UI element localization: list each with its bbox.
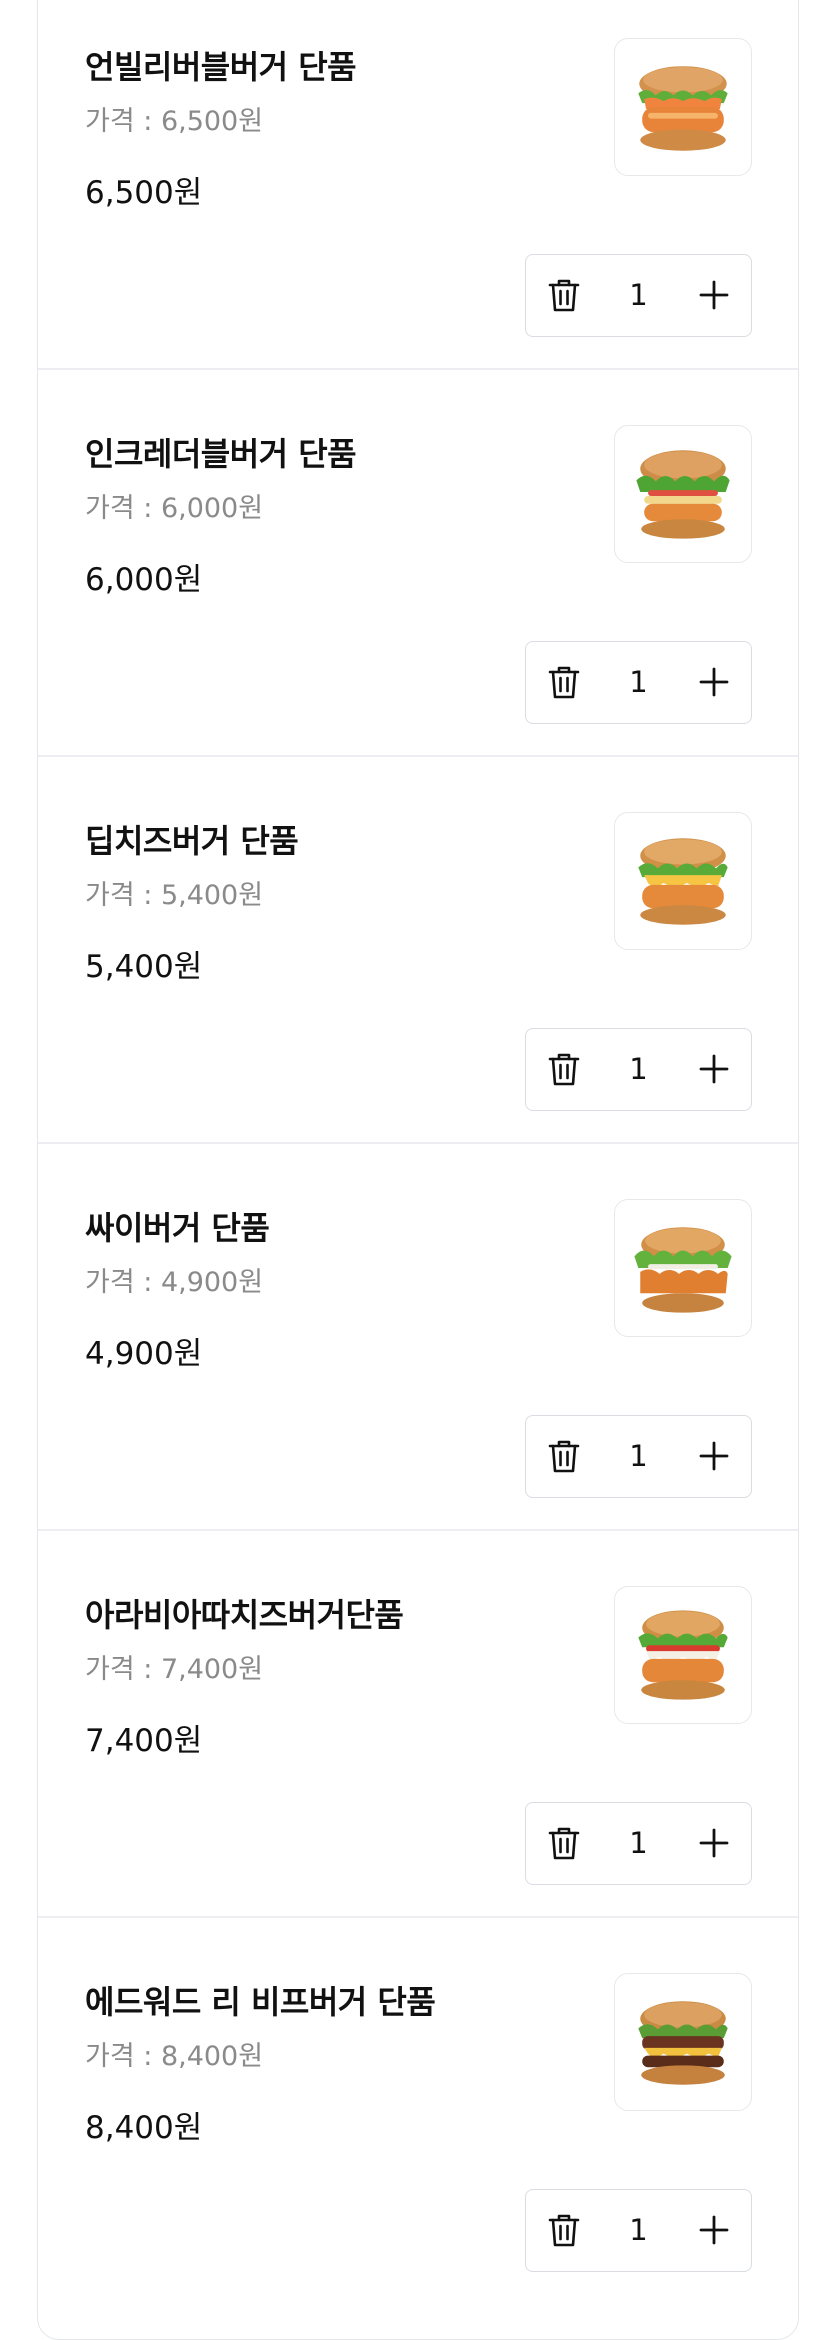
plus-icon bbox=[699, 1441, 728, 1471]
item-name: 아라비아따치즈버거단품 bbox=[85, 1596, 404, 1634]
burger-image[interactable] bbox=[614, 38, 752, 176]
increase-button[interactable] bbox=[676, 1029, 751, 1109]
delete-button[interactable] bbox=[526, 1416, 601, 1496]
item-name: 딥치즈버거 단품 bbox=[85, 822, 299, 860]
quantity-stepper[interactable]: 1 bbox=[525, 641, 752, 724]
item-unit-price: 가격 : 6,000원 bbox=[85, 493, 264, 524]
item-unit-price: 가격 : 6,500원 bbox=[85, 106, 264, 137]
burger-image[interactable] bbox=[614, 1586, 752, 1724]
item-unit-price: 가격 : 5,400원 bbox=[85, 880, 264, 911]
quantity-value: 1 bbox=[629, 665, 648, 699]
cart-item: 싸이버거 단품 가격 : 4,900원 4,900원 1 bbox=[38, 1142, 798, 1529]
item-total-price: 5,400원 bbox=[85, 949, 203, 985]
burger-image[interactable] bbox=[614, 1199, 752, 1337]
cart-list: 언빌리버블버거 단품 가격 : 6,500원 6,500원 1 인크레더블버거 … bbox=[37, 0, 799, 2340]
quantity-value: 1 bbox=[629, 1826, 648, 1860]
item-name: 언빌리버블버거 단품 bbox=[85, 48, 357, 86]
item-unit-price: 가격 : 8,400원 bbox=[85, 2041, 264, 2072]
increase-button[interactable] bbox=[676, 1416, 751, 1496]
quantity-stepper[interactable]: 1 bbox=[525, 2189, 752, 2272]
cart-item: 아라비아따치즈버거단품 가격 : 7,400원 7,400원 1 bbox=[38, 1529, 798, 1916]
burger-image[interactable] bbox=[614, 425, 752, 563]
quantity-value: 1 bbox=[629, 278, 648, 312]
burger-image[interactable] bbox=[614, 1973, 752, 2111]
increase-button[interactable] bbox=[676, 1803, 751, 1883]
quantity-stepper[interactable]: 1 bbox=[525, 254, 752, 337]
item-unit-price: 가격 : 4,900원 bbox=[85, 1267, 264, 1298]
trash-icon bbox=[548, 1053, 579, 1086]
item-unit-price: 가격 : 7,400원 bbox=[85, 1654, 264, 1685]
delete-button[interactable] bbox=[526, 642, 601, 722]
trash-icon bbox=[548, 2214, 579, 2247]
cart-item: 에드워드 리 비프버거 단품 가격 : 8,400원 8,400원 1 bbox=[38, 1916, 798, 2303]
trash-icon bbox=[548, 1827, 579, 1860]
delete-button[interactable] bbox=[526, 2190, 601, 2270]
plus-icon bbox=[699, 280, 728, 310]
trash-icon bbox=[548, 279, 579, 312]
item-name: 인크레더블버거 단품 bbox=[85, 435, 357, 473]
cart-item: 인크레더블버거 단품 가격 : 6,000원 6,000원 1 bbox=[38, 368, 798, 755]
item-name: 싸이버거 단품 bbox=[85, 1209, 270, 1247]
burger-image[interactable] bbox=[614, 812, 752, 950]
item-total-price: 8,400원 bbox=[85, 2110, 203, 2146]
quantity-value: 1 bbox=[629, 1052, 648, 1086]
trash-icon bbox=[548, 666, 579, 699]
quantity-value: 1 bbox=[629, 2213, 648, 2247]
plus-icon bbox=[699, 1828, 728, 1858]
delete-button[interactable] bbox=[526, 1803, 601, 1883]
cart-item: 언빌리버블버거 단품 가격 : 6,500원 6,500원 1 bbox=[38, 0, 798, 368]
quantity-value: 1 bbox=[629, 1439, 648, 1473]
plus-icon bbox=[699, 667, 728, 697]
increase-button[interactable] bbox=[676, 642, 751, 722]
item-total-price: 4,900원 bbox=[85, 1336, 203, 1372]
item-name: 에드워드 리 비프버거 단품 bbox=[85, 1983, 436, 2021]
item-total-price: 7,400원 bbox=[85, 1723, 203, 1759]
cart-item: 딥치즈버거 단품 가격 : 5,400원 5,400원 1 bbox=[38, 755, 798, 1142]
quantity-stepper[interactable]: 1 bbox=[525, 1802, 752, 1885]
delete-button[interactable] bbox=[526, 255, 601, 335]
delete-button[interactable] bbox=[526, 1029, 601, 1109]
item-total-price: 6,000원 bbox=[85, 562, 203, 598]
increase-button[interactable] bbox=[676, 255, 751, 335]
increase-button[interactable] bbox=[676, 2190, 751, 2270]
trash-icon bbox=[548, 1440, 579, 1473]
item-total-price: 6,500원 bbox=[85, 175, 203, 211]
plus-icon bbox=[699, 2215, 728, 2245]
quantity-stepper[interactable]: 1 bbox=[525, 1028, 752, 1111]
plus-icon bbox=[699, 1054, 728, 1084]
quantity-stepper[interactable]: 1 bbox=[525, 1415, 752, 1498]
